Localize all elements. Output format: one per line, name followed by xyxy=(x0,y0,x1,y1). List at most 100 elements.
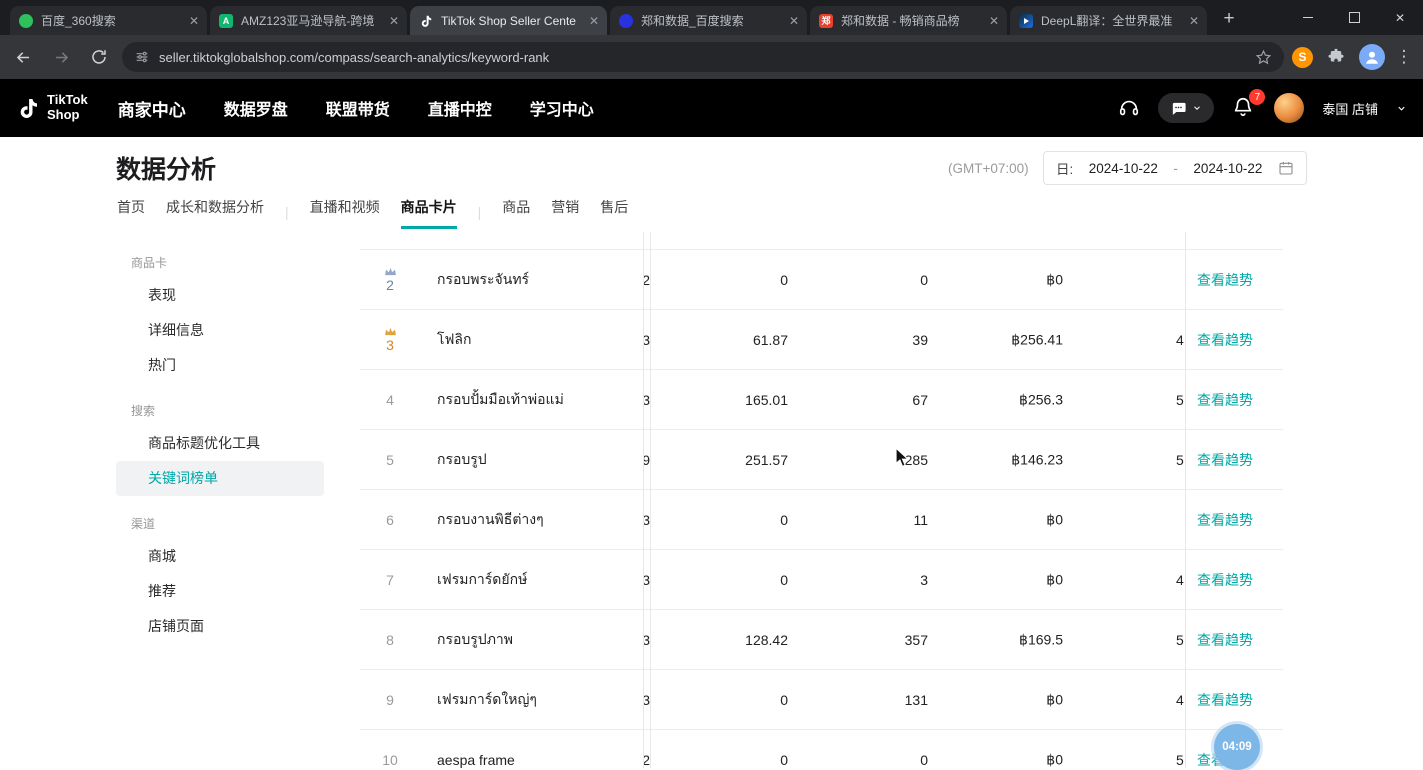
rank-cell: 6 xyxy=(360,490,420,549)
crown-icon xyxy=(384,267,397,276)
sidebar-item-trending[interactable]: 热门 xyxy=(116,348,324,383)
favicon-amz123-icon: A xyxy=(218,13,234,29)
extensions-puzzle-icon[interactable] xyxy=(1321,42,1351,72)
tab-marketing[interactable]: 营销 xyxy=(551,197,579,229)
tab-baidu-search[interactable]: 郑和数据_百度搜索 ✕ xyxy=(610,6,807,35)
view-trend-link[interactable]: 查看趋势 xyxy=(1197,510,1253,530)
back-button[interactable] xyxy=(8,42,38,72)
extension-s-icon[interactable]: S xyxy=(1292,47,1313,68)
tab-divider: | xyxy=(478,204,482,229)
sidebar-item-title-optimizer[interactable]: 商品标题优化工具 xyxy=(116,426,324,461)
view-trend-link[interactable]: 查看趋势 xyxy=(1197,570,1253,590)
maximize-button[interactable] xyxy=(1331,0,1377,35)
address-bar[interactable]: seller.tiktokglobalshop.com/compass/sear… xyxy=(122,42,1284,72)
timezone-label: (GMT+07:00) xyxy=(948,161,1029,176)
cell-gmv: ฿0 xyxy=(1046,691,1063,708)
messages-button[interactable] xyxy=(1158,93,1214,123)
calendar-icon[interactable] xyxy=(1278,160,1294,176)
tab-list: 百度_360搜索 ✕ A AMZ123亚马逊导航-跨境 ✕ TikTok Sho… xyxy=(0,6,1207,35)
view-trend-link[interactable]: 查看趋势 xyxy=(1197,270,1253,290)
tab-close-icon[interactable]: ✕ xyxy=(389,15,399,27)
nav-live-console[interactable]: 直播中控 xyxy=(428,96,492,120)
sidebar-item-details[interactable]: 详细信息 xyxy=(116,313,324,348)
table-row: 2 กรอบพระจันทร์ xyxy=(360,250,643,310)
cell-gmv: ฿169.5 xyxy=(1019,631,1063,648)
sidebar-item-mall[interactable]: 商城 xyxy=(116,539,324,574)
tab-home[interactable]: 首页 xyxy=(117,197,145,229)
bookmark-star-icon[interactable] xyxy=(1255,49,1272,66)
rank-number: 5 xyxy=(386,452,394,468)
tab-zhenghe-data[interactable]: 郑 郑和数据 - 畅销商品榜 ✕ xyxy=(810,6,1007,35)
date-end[interactable]: 2024-10-22 xyxy=(1193,161,1262,176)
table-row: 查看趋势 xyxy=(1186,370,1283,430)
shop-region-label[interactable]: 泰国 店铺 xyxy=(1322,99,1378,118)
view-trend-link[interactable]: 查看趋势 xyxy=(1197,630,1253,650)
chevron-down-icon[interactable] xyxy=(1396,103,1407,114)
tab-deepl[interactable]: DeepL翻译：全世界最准 ✕ xyxy=(1010,6,1207,35)
shop-avatar[interactable] xyxy=(1274,93,1304,123)
tab-title: TikTok Shop Seller Cente xyxy=(441,14,583,28)
tab-close-icon[interactable]: ✕ xyxy=(789,15,799,27)
date-range-picker[interactable]: 日: 2024-10-22 - 2024-10-22 xyxy=(1043,151,1307,185)
tiktok-shop-logo[interactable]: TikTokShop xyxy=(16,93,88,122)
keyword-cell: เฟรมการ์ดใหญ่ๆ xyxy=(437,689,537,711)
tab-product-card[interactable]: 商品卡片 xyxy=(401,197,457,229)
notifications-button[interactable]: 7 xyxy=(1232,96,1256,120)
favicon-360-icon xyxy=(18,13,34,29)
cell-metric2: 285 xyxy=(905,452,928,468)
date-start[interactable]: 2024-10-22 xyxy=(1089,161,1158,176)
view-trend-link[interactable]: 查看趋势 xyxy=(1197,690,1253,710)
table-row-partial xyxy=(360,232,643,250)
floating-timer-widget[interactable]: 04:09 xyxy=(1214,724,1260,770)
new-tab-button[interactable]: + xyxy=(1215,5,1243,33)
site-settings-icon[interactable] xyxy=(134,49,150,65)
table-row: 查看趋势 xyxy=(1186,550,1283,610)
tab-close-icon[interactable]: ✕ xyxy=(189,15,199,27)
nav-affiliate[interactable]: 联盟带货 xyxy=(326,96,390,120)
tab-after-sale[interactable]: 售后 xyxy=(600,197,628,229)
tab-live-video[interactable]: 直播和视频 xyxy=(310,197,380,229)
support-headset-icon[interactable] xyxy=(1118,97,1140,119)
tab-360-search[interactable]: 百度_360搜索 ✕ xyxy=(10,6,207,35)
tab-tiktok-seller-center[interactable]: TikTok Shop Seller Cente ✕ xyxy=(410,6,607,35)
browser-profile-avatar[interactable] xyxy=(1359,44,1385,70)
tab-products[interactable]: 商品 xyxy=(502,197,530,229)
reload-button[interactable] xyxy=(84,42,114,72)
close-window-button[interactable]: ✕ xyxy=(1377,0,1423,35)
tab-close-icon[interactable]: ✕ xyxy=(589,15,599,27)
url-text[interactable]: seller.tiktokglobalshop.com/compass/sear… xyxy=(159,50,1246,65)
sidebar-item-shop-page[interactable]: 店铺页面 xyxy=(116,609,324,644)
cell-metric1: 0 xyxy=(780,512,788,528)
tab-amz123[interactable]: A AMZ123亚马逊导航-跨境 ✕ xyxy=(210,6,407,35)
cell-gmv: ฿0 xyxy=(1046,511,1063,528)
cell-metric1: 0 xyxy=(780,692,788,708)
rank-cell: 7 xyxy=(360,550,420,609)
sidebar-item-performance[interactable]: 表现 xyxy=(116,278,324,313)
keyword-cell: เฟรมการ์ดยักษ์ xyxy=(437,569,527,591)
nav-seller-center[interactable]: 商家中心 xyxy=(118,96,186,121)
keyword-cell: โฟลิก xyxy=(437,329,472,351)
nav-data-compass[interactable]: 数据罗盘 xyxy=(224,96,288,120)
table-row-partial xyxy=(1186,232,1283,250)
cell-metric1: 251.57 xyxy=(745,452,788,468)
cell-clipped-right: 5 xyxy=(1176,632,1184,648)
tab-growth-analytics[interactable]: 成长和数据分析 xyxy=(166,197,264,229)
cell-clipped-right: 4 xyxy=(1176,332,1184,348)
view-trend-link[interactable]: 查看趋势 xyxy=(1197,450,1253,470)
tab-title: 郑和数据_百度搜索 xyxy=(641,12,783,29)
tiktok-note-icon xyxy=(16,96,40,120)
sidebar-item-keyword-rank[interactable]: 关键词榜单 xyxy=(116,461,324,496)
browser-menu-icon[interactable]: ⋮ xyxy=(1393,47,1415,67)
tab-close-icon[interactable]: ✕ xyxy=(1189,15,1199,27)
chat-bubble-icon xyxy=(1170,100,1187,117)
sidebar-section-channel: 渠道 xyxy=(131,515,324,532)
nav-learning-center[interactable]: 学习中心 xyxy=(530,96,594,120)
view-trend-link[interactable]: 查看趋势 xyxy=(1197,390,1253,410)
minimize-button[interactable] xyxy=(1285,0,1331,35)
tab-close-icon[interactable]: ✕ xyxy=(989,15,999,27)
sidebar-item-recommend[interactable]: 推荐 xyxy=(116,574,324,609)
cell-metric2: 3 xyxy=(920,572,928,588)
table-frozen-left: 2 กรอบพระจันทร์ 3 โฟลิก 4 กรอบปั้มมือเท้… xyxy=(360,232,644,768)
view-trend-link[interactable]: 查看趋势 xyxy=(1197,330,1253,350)
forward-button[interactable] xyxy=(46,42,76,72)
